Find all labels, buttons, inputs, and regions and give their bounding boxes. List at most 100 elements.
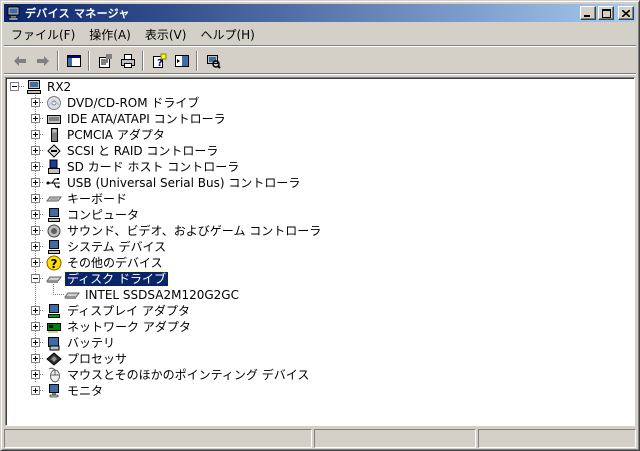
minimize-icon: [584, 14, 590, 17]
expand-icon: [33, 212, 38, 217]
tree-child-label: INTEL SSDSA2M120G2GC: [85, 288, 239, 302]
maximize-icon: [601, 8, 611, 18]
close-button[interactable]: [618, 6, 634, 20]
device-tree[interactable]: RX2 DVD/CD-ROM ドライブ IDE ATA/ATAPI コントローラ…: [5, 77, 635, 426]
scan-hardware-button[interactable]: [201, 50, 224, 72]
expand-icon: [33, 372, 38, 377]
tree-expander[interactable]: [31, 274, 40, 283]
disk-drive-icon: [64, 292, 80, 299]
svg-text:?: ?: [51, 257, 58, 271]
tree-expander[interactable]: [31, 194, 40, 203]
tree-item-label: SD カード ホスト コントローラ: [67, 160, 240, 174]
title-bar[interactable]: デバイス マネージャ: [4, 4, 636, 22]
tree-item-processors[interactable]: プロセッサ: [46, 351, 129, 367]
expand-icon: [33, 116, 38, 121]
tree-item-ide-ata[interactable]: IDE ATA/ATAPI コントローラ: [46, 111, 228, 127]
system-device-icon: [48, 240, 60, 254]
tree-item-batteries[interactable]: バッテリ: [46, 335, 117, 351]
tree-item-label: DVD/CD-ROM ドライブ: [67, 96, 200, 110]
processor-icon: [46, 352, 62, 366]
export-list-button[interactable]: [170, 50, 193, 72]
tree-expander[interactable]: [31, 146, 40, 155]
tree-item-keyboard[interactable]: キーボード: [46, 191, 129, 207]
status-bar: [4, 429, 636, 448]
menu-help[interactable]: ヘルプ(H): [193, 24, 261, 45]
toolbar: ?: [4, 48, 636, 74]
tree-item-sound-video-game[interactable]: サウンド、ビデオ、およびゲーム コントローラ: [46, 223, 323, 239]
help-button[interactable]: ?: [147, 50, 170, 72]
expand-icon: [33, 356, 38, 361]
tree-expander[interactable]: [31, 114, 40, 123]
maximize-button[interactable]: [598, 6, 614, 20]
tree-item-label: ディスク ドライブ: [64, 271, 169, 287]
minimize-button[interactable]: [580, 6, 596, 20]
expand-icon: [33, 228, 38, 233]
close-icon: [622, 9, 630, 17]
device-manager-window: デバイス マネージャ ファイル(F) 操作(A) 表示(V) ヘルプ(H) ? …: [0, 0, 640, 451]
tree-root-node[interactable]: RX2: [26, 79, 73, 95]
tree-item-label: マウスとそのほかのポインティング デバイス: [67, 368, 310, 382]
menu-file[interactable]: ファイル(F): [4, 24, 82, 45]
tree-item-disk-drives[interactable]: ディスク ドライブ: [46, 271, 169, 287]
tree-expander-root[interactable]: [10, 82, 19, 91]
device-manager-icon: [7, 6, 20, 21]
network-adapter-icon: [47, 323, 61, 333]
tree-item-label: ディスプレイ アダプタ: [67, 304, 190, 318]
tree-item-mice[interactable]: マウスとそのほかのポインティング デバイス: [46, 367, 311, 383]
menu-view[interactable]: 表示(V): [138, 24, 194, 45]
tree-expander[interactable]: [31, 386, 40, 395]
tree-expander[interactable]: [31, 130, 40, 139]
tree-item-label: モニタ: [67, 384, 104, 398]
tree-item-label: バッテリ: [67, 336, 116, 350]
monitor-icon: [49, 384, 59, 398]
tree-item-dvd-cdrom[interactable]: DVD/CD-ROM ドライブ: [46, 95, 201, 111]
forward-arrow-icon: [36, 55, 49, 66]
sound-icon: [47, 224, 61, 238]
expand-icon: [33, 244, 38, 249]
toolbar-separator: [88, 50, 90, 71]
show-hide-tree-button[interactable]: [62, 50, 85, 72]
menu-action[interactable]: 操作(A): [82, 24, 138, 45]
expand-icon: [33, 180, 38, 185]
ide-controller-icon: [47, 115, 61, 124]
tree-expander[interactable]: [31, 178, 40, 187]
keyboard-icon: [46, 196, 62, 202]
tree-item-network-adapters[interactable]: ネットワーク アダプタ: [46, 319, 193, 335]
tree-expander[interactable]: [31, 162, 40, 171]
tree-item-computer[interactable]: コンピュータ: [46, 207, 141, 223]
tree-item-system-devices[interactable]: システム デバイス: [46, 239, 168, 255]
forward-button[interactable]: [31, 50, 54, 72]
tree-item-pcmcia[interactable]: PCMCIA アダプタ: [46, 127, 167, 143]
status-pane-1: [4, 429, 312, 448]
expand-icon: [33, 148, 38, 153]
tree-item-sd-host[interactable]: SD カード ホスト コントローラ: [46, 159, 241, 175]
tree-expander[interactable]: [31, 322, 40, 331]
tree-expander[interactable]: [31, 242, 40, 251]
tree-expander[interactable]: [31, 258, 40, 267]
tree-expander[interactable]: [31, 98, 40, 107]
tree-item-monitors[interactable]: モニタ: [46, 383, 105, 399]
expand-icon: [33, 260, 38, 265]
tree-expander[interactable]: [31, 354, 40, 363]
tree-expander[interactable]: [31, 226, 40, 235]
tree-item-label: PCMCIA アダプタ: [67, 128, 165, 142]
tree-expander[interactable]: [31, 370, 40, 379]
tree-item-scsi-raid[interactable]: SCSI と RAID コントローラ: [46, 143, 220, 159]
tree-expander[interactable]: [31, 306, 40, 315]
tree-item-display-adapters[interactable]: ディスプレイ アダプタ: [46, 303, 192, 319]
toolbar-separator: [142, 50, 144, 71]
back-button[interactable]: [8, 50, 31, 72]
toolbar-separator: [196, 50, 198, 71]
tree-expander[interactable]: [31, 338, 40, 347]
properties-button[interactable]: [93, 50, 116, 72]
tree-item-label: SCSI と RAID コントローラ: [67, 144, 219, 158]
tree-item-usb[interactable]: USB (Universal Serial Bus) コントローラ: [46, 175, 302, 191]
tree-item-other-devices[interactable]: ? その他のデバイス: [46, 255, 165, 271]
tree-child-disk[interactable]: INTEL SSDSA2M120G2GC: [64, 287, 241, 303]
status-pane-3: [478, 429, 636, 448]
dvd-drive-icon: [47, 96, 61, 110]
tree-expander[interactable]: [31, 210, 40, 219]
expand-icon: [33, 164, 38, 169]
print-button[interactable]: [116, 50, 139, 72]
expand-icon: [33, 100, 38, 105]
